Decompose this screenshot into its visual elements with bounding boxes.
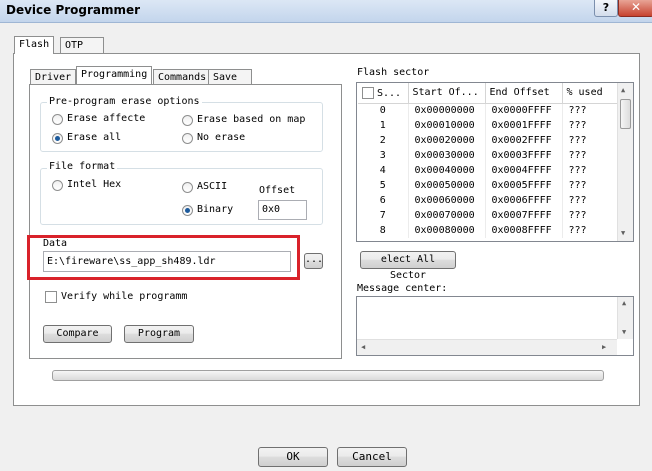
table-row[interactable]: 7 0x00070000 0x0007FFFF??? — [358, 208, 619, 223]
tab-flash[interactable]: Flash — [14, 36, 55, 54]
table-row[interactable]: 8 0x00080000 0x0008FFFF??? — [358, 223, 619, 238]
ellipsis-icon: ... — [305, 254, 324, 265]
radio-button-icon — [52, 180, 63, 191]
table-row[interactable]: 0 0x00000000 0x0000FFFF??? — [358, 103, 619, 118]
column-header-s[interactable]: S... — [358, 83, 409, 104]
tab-driver[interactable]: Driver — [30, 69, 77, 85]
program-button[interactable]: Program — [124, 325, 194, 343]
radio-button-icon — [52, 114, 63, 125]
close-button[interactable]: ✕ — [618, 0, 652, 17]
preprogram-title: Pre-program erase options — [47, 96, 202, 107]
radio-button-icon — [182, 133, 193, 144]
tab-save[interactable]: Save — [208, 69, 252, 85]
browse-button[interactable]: ... — [304, 253, 323, 269]
file-format-title: File format — [47, 161, 118, 172]
window-title: Device Programmer — [6, 3, 141, 17]
cancel-button[interactable]: Cancel — [337, 447, 407, 467]
radio-button-selected-icon — [182, 205, 193, 216]
message-vscrollbar[interactable]: ▲ ▼ — [617, 297, 633, 339]
flash-sector-table: S... Start Of... End Offset % used 0 0x00… — [358, 83, 619, 238]
column-header-start-offset[interactable]: Start Of... — [408, 83, 486, 104]
select-all-sector-button[interactable]: elect All Sector — [360, 251, 456, 281]
radio-button-icon — [182, 182, 193, 193]
scroll-right-icon[interactable]: ▶ — [602, 343, 606, 351]
table-row[interactable]: 3 0x00030000 0x0003FFFF??? — [358, 148, 619, 163]
preprogram-group — [40, 102, 323, 152]
highlight-box — [27, 235, 300, 280]
help-button[interactable]: ? — [594, 0, 618, 17]
table-row[interactable]: 1 0x00010000 0x0001FFFF??? — [358, 118, 619, 133]
tab-otp[interactable]: OTP — [60, 37, 104, 53]
title-bar[interactable]: Device Programmer ? ✕ — [0, 0, 652, 23]
radio-button-selected-icon — [52, 133, 63, 144]
scroll-down-icon[interactable]: ▼ — [621, 229, 625, 237]
scroll-left-icon[interactable]: ◀ — [361, 343, 365, 351]
offset-input[interactable]: 0x0 — [258, 200, 307, 220]
progress-bar — [52, 370, 604, 381]
column-header-end-offset[interactable]: End Offset — [485, 83, 563, 104]
column-header-used[interactable]: % used — [562, 83, 619, 104]
table-row[interactable]: 4 0x00040000 0x0004FFFF??? — [358, 163, 619, 178]
scroll-thumb[interactable] — [620, 99, 631, 129]
flash-sector-title: Flash sector — [357, 67, 430, 78]
table-row[interactable]: 5 0x00050000 0x0005FFFF??? — [358, 178, 619, 193]
select-all-checkbox-icon[interactable] — [362, 86, 374, 99]
tab-commands[interactable]: Commands — [153, 69, 212, 85]
table-row[interactable]: 6 0x00060000 0x0006FFFF??? — [358, 193, 619, 208]
scroll-up-icon[interactable]: ▲ — [622, 299, 626, 307]
tab-programming[interactable]: Programming — [76, 66, 153, 84]
scroll-up-icon[interactable]: ▲ — [621, 86, 625, 94]
sector-list-scrollbar[interactable]: ▲ ▼ — [617, 83, 633, 241]
ok-button[interactable]: OK — [258, 447, 328, 467]
message-hscrollbar[interactable]: ◀ ▶ — [357, 339, 617, 355]
compare-button[interactable]: Compare — [43, 325, 112, 343]
scroll-down-icon[interactable]: ▼ — [622, 328, 626, 336]
table-header-row: S... Start Of... End Offset % used — [358, 83, 619, 104]
radio-button-icon — [182, 115, 193, 126]
close-icon: ✕ — [630, 0, 642, 14]
checkbox-icon — [45, 291, 57, 303]
message-center-textarea[interactable]: ▲ ▼ ◀ ▶ — [356, 296, 634, 356]
message-center-title: Message center: — [357, 283, 448, 294]
table-row[interactable]: 2 0x00020000 0x0002FFFF??? — [358, 133, 619, 148]
offset-label: Offset — [259, 185, 296, 196]
